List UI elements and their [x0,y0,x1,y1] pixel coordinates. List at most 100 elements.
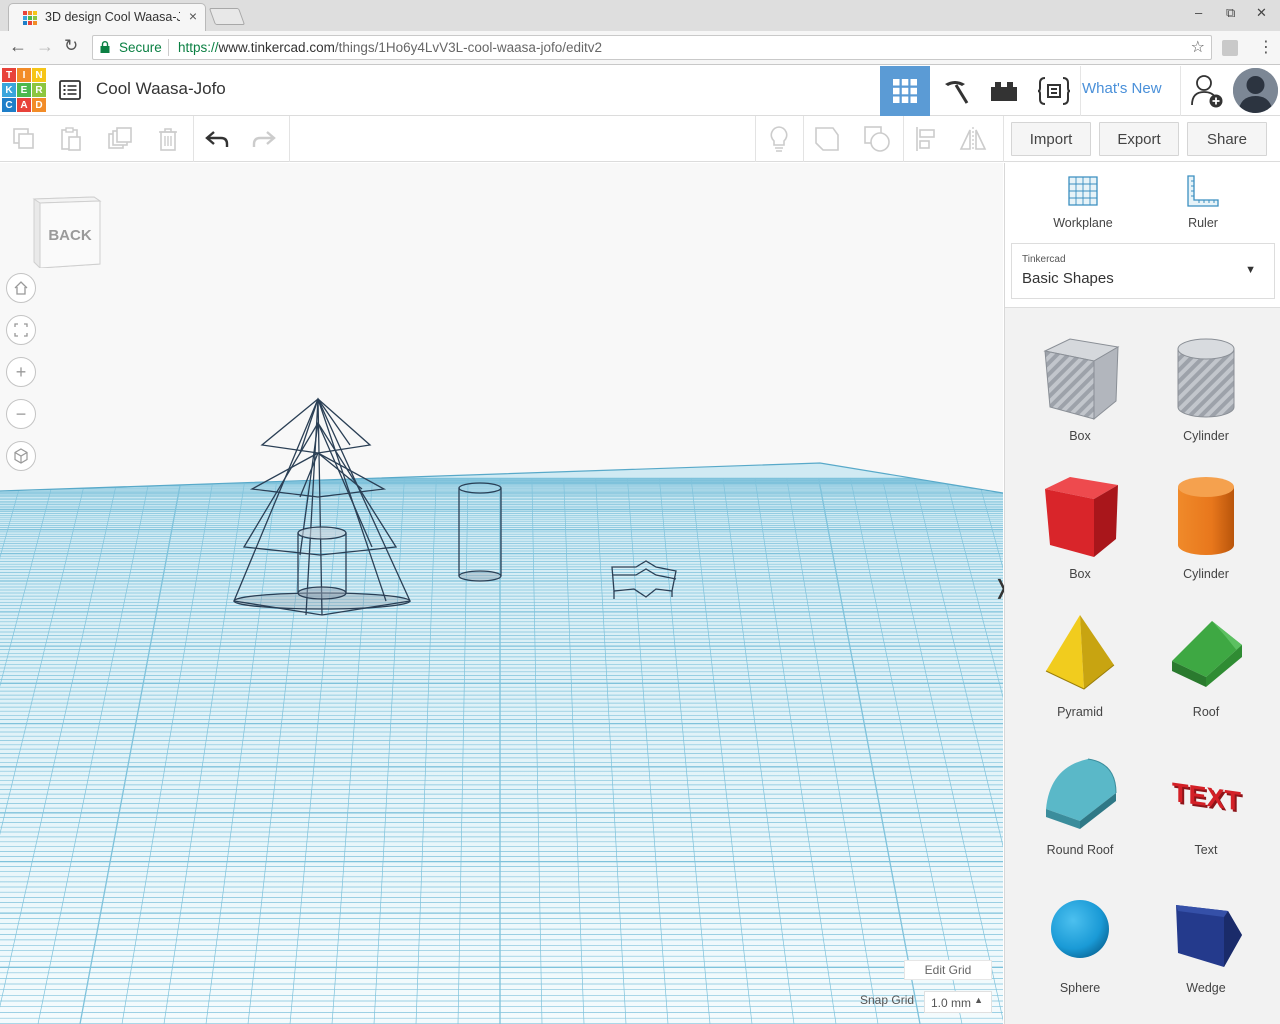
svg-text:TEXT: TEXT [1172,776,1241,817]
back-arrow-icon[interactable]: ← [9,36,27,57]
design-title[interactable]: Cool Waasa-Jofo [96,79,226,99]
shapes-panel: Workplane Ruler Tinkercad Basic Shapes ▼ [1004,163,1280,1024]
ortho-view-button[interactable] [6,441,36,471]
edit-toolbar: Import Export Share [0,116,1280,162]
edit-grid-button[interactable]: Edit Grid [904,960,992,980]
restore-icon[interactable]: ⧉ [1226,5,1235,21]
workplane-tool[interactable]: Workplane [1038,173,1128,230]
copy-button[interactable] [7,122,41,156]
browser-menu-icon[interactable]: ⋮ [1258,37,1274,57]
address-bar-row: ← → ↻ Secure https://www.tinkercad.com/t… [0,31,1280,65]
code-blocks-icon [1037,77,1071,105]
header-divider [1180,66,1181,116]
minimize-icon[interactable]: – [1195,5,1202,20]
add-user-icon [1191,75,1223,108]
duplicate-button[interactable] [103,122,137,156]
panel-top: Workplane Ruler Tinkercad Basic Shapes ▼ [1005,163,1280,308]
caret-up-icon: ▲ [974,995,983,1005]
tinkercad-favicon-icon [23,11,37,25]
shape-library-select[interactable]: Tinkercad Basic Shapes ▼ [1011,243,1275,299]
mirror-button[interactable] [956,122,990,156]
box-hole-icon [1043,338,1120,421]
whats-new-link[interactable]: What's New [1082,80,1162,97]
align-icon [916,127,935,151]
group-button[interactable] [810,122,844,156]
minecraft-button[interactable] [930,66,980,116]
avatar[interactable] [1233,68,1278,113]
sphere-icon [1051,900,1109,958]
shape-sphere[interactable]: Sphere [1025,887,1135,1007]
grid-view-icon [893,79,917,103]
shape-label: Cylinder [1183,567,1229,581]
shape-cylinder-hole[interactable]: Cylinder [1151,335,1261,455]
undo-button[interactable] [200,122,234,156]
bookmark-star-icon[interactable]: ☆ [1191,37,1205,57]
shape-roof[interactable]: Roof [1151,611,1261,731]
ungroup-icon [864,126,890,152]
bricks-button[interactable] [979,66,1029,116]
paste-button[interactable] [54,122,88,156]
home-view-button[interactable] [6,273,36,303]
user-silhouette-icon [1233,68,1278,113]
pickaxe-icon [945,81,969,104]
toolbar-divider [903,116,904,162]
share-button[interactable]: Share [1187,122,1267,156]
toolbar-divider [1003,116,1004,162]
lightbulb-icon [770,126,788,152]
zoom-out-button[interactable]: − [6,399,36,429]
redo-icon [252,131,276,147]
shape-box-hole[interactable]: Box [1025,335,1135,455]
wedge-icon [1176,905,1242,967]
home-icon [14,281,28,295]
shape-label: Box [1069,567,1091,581]
new-tab-button[interactable] [208,8,246,25]
shape-box[interactable]: Box [1025,473,1135,593]
reload-icon[interactable]: ↻ [64,36,78,56]
snap-grid-value: 1.0 mm [931,996,972,1010]
align-button[interactable] [909,122,943,156]
cylinder-hole-icon [1177,338,1235,418]
codeblocks-button[interactable] [1029,66,1079,116]
duplicate-icon [108,127,132,149]
redo-button[interactable] [247,122,281,156]
forward-arrow-icon[interactable]: → [36,36,54,57]
tinkercad-logo[interactable]: T I N K E R C A D [2,68,46,112]
library-name: Basic Shapes [1022,270,1114,287]
export-button[interactable]: Export [1099,122,1179,156]
3d-view-button[interactable] [880,66,930,116]
tab-title: 3D design Cool Waasa-J [45,10,180,24]
secure-label: Secure [119,40,162,55]
delete-button[interactable] [151,122,185,156]
view-cube[interactable]: BACK [32,196,102,268]
toolbar-divider [803,116,804,162]
workplane-viewport[interactable]: BACK + − Edit Grid Snap Grid 1.0 mm ▲ [0,163,1003,1024]
ruler-tool[interactable]: Ruler [1158,173,1248,230]
shape-text[interactable]: TEXT TEXT Text [1151,749,1261,869]
shape-label: Pyramid [1057,705,1103,719]
url-input[interactable]: Secure https://www.tinkercad.com/things/… [92,35,1212,60]
shape-wedge[interactable]: Wedge [1151,887,1261,1007]
shape-round-roof[interactable]: Round Roof [1025,749,1135,869]
fit-view-button[interactable] [6,315,36,345]
paste-icon [61,127,81,151]
design-list-icon[interactable] [58,78,82,102]
box-icon [1045,477,1118,557]
dropdown-arrow-icon: ▼ [1245,264,1256,276]
tab-close-icon[interactable]: × [189,8,197,24]
ruler-icon [1187,175,1219,207]
shape-pyramid[interactable]: Pyramid [1025,611,1135,731]
zoom-in-button[interactable]: + [6,357,36,387]
perspective-cube-icon [14,448,28,464]
browser-tab[interactable]: 3D design Cool Waasa-J × [8,3,206,31]
window-close-icon[interactable]: ✕ [1256,5,1267,21]
toggle-note-button[interactable] [762,122,796,156]
import-button[interactable]: Import [1011,122,1091,156]
snap-grid-select[interactable]: 1.0 mm ▲ [924,991,992,1013]
extension-icon[interactable] [1222,40,1238,56]
shape-cylinder[interactable]: Cylinder [1151,473,1261,593]
invite-user-button[interactable] [1182,66,1232,116]
ungroup-button[interactable] [860,122,894,156]
workplane-grid [0,397,1003,1024]
app-header: T I N K E R C A D Cool Waasa-Jofo What's… [0,66,1280,116]
brick-icon [991,82,1017,101]
